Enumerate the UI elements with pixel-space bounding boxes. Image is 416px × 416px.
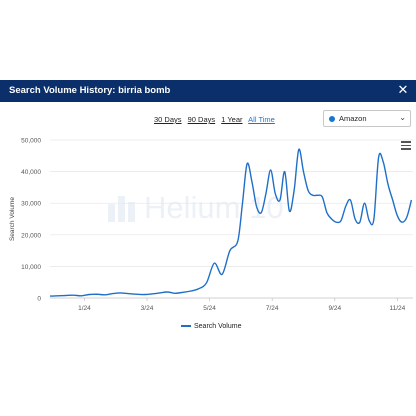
legend-series-label: Search Volume [194,323,242,330]
y-tick-label: 0 [37,296,41,303]
time-range-selector: 30 Days 90 Days 1 Year All Time [154,115,279,124]
range-30-days-link[interactable]: 30 Days [154,115,182,124]
search-volume-chart: 0 10,000 20,000 30,000 40,000 50,000 1/24 3/24 5… [9,138,413,312]
x-tick-label: 5/24 [203,305,216,312]
search-volume-modal: Search Volume History: birria bomb ✕ 30 … [0,80,416,416]
y-tick-label: 40,000 [21,169,41,176]
marketplace-dropdown[interactable]: Amazon ⌄ [323,110,411,127]
marketplace-dot-icon [329,116,335,122]
modal-title: Search Volume History: birria bomb [9,85,171,96]
legend-series-swatch [181,325,191,328]
chevron-down-icon: ⌄ [399,113,406,122]
series-line-search-volume [49,148,413,297]
x-tick-label: 11/24 [389,305,405,312]
y-tick-label: 10,000 [21,264,41,271]
close-icon[interactable]: ✕ [396,84,410,98]
range-90-days-link[interactable]: 90 Days [188,115,216,124]
y-tick-label: 50,000 [21,138,41,145]
x-tick-label: 7/24 [266,305,279,312]
y-axis-label: Search Volume [9,197,16,241]
x-tick-label: 1/24 [78,305,91,312]
y-tick-label: 20,000 [21,232,41,239]
range-all-time-link[interactable]: All Time [248,115,275,124]
range-1-year-link[interactable]: 1 Year [221,115,242,124]
marketplace-label: Amazon [339,114,367,123]
y-tick-label: 30,000 [21,201,41,208]
x-tick-label: 9/24 [328,305,341,312]
x-tick-label: 3/24 [141,305,154,312]
chart-legend[interactable]: Search Volume [181,323,241,330]
modal-title-bar: Search Volume History: birria bomb ✕ [0,80,416,102]
